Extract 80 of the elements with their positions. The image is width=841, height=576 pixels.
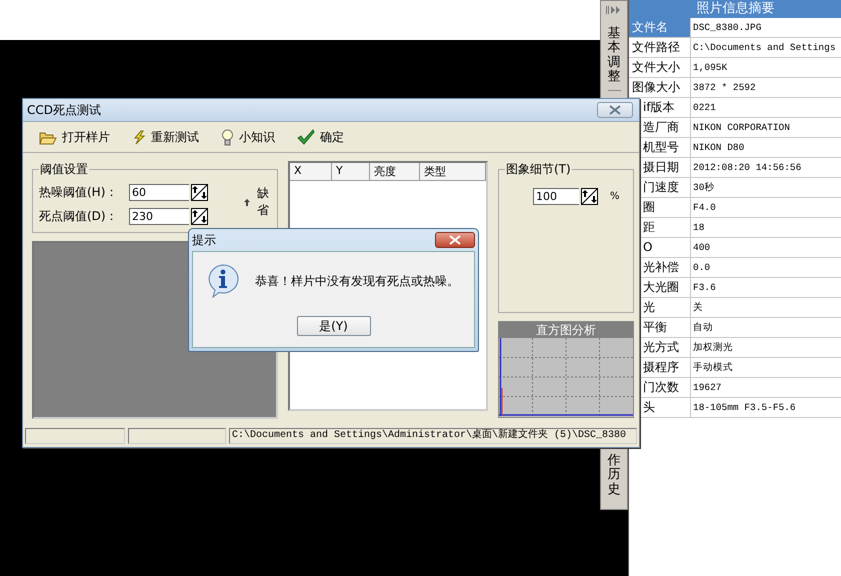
info-label[interactable]: 图像大小 [629,78,690,97]
spin-icon[interactable] [581,188,598,205]
info-value: 0.0 [692,261,712,275]
number-field[interactable]: 60 [129,184,189,200]
info-value: 2012:08:20 14:56:56 [692,161,802,175]
info-value: 0221 [692,101,717,115]
info-value: NIKON D80 [692,141,746,155]
info-value: 30秒 [692,181,716,195]
info-value: 关 [692,301,704,315]
number-field[interactable]: 100 [533,188,579,205]
number-field[interactable]: 230 [129,208,189,224]
info-label[interactable]: 光补偿 [642,258,690,277]
field-label: 热噪阈值(H)： [39,184,118,200]
close-button[interactable] [597,102,633,118]
info-label[interactable]: 门次数 [642,378,690,397]
group-title: 阈值设置 [39,161,89,178]
column-header[interactable]: Y [332,163,370,180]
info-icon [207,264,239,298]
info-label[interactable]: if版本 [642,98,690,117]
info-label[interactable]: 光方式 [642,338,690,357]
up-arrow-icon [244,196,250,208]
unit-label: % [610,191,620,202]
info-label[interactable]: O [642,238,690,257]
info-value: F4.0 [692,201,717,215]
toolbar-button[interactable]: 小知识 [221,128,275,146]
info-label[interactable]: 圈 [642,198,690,217]
default-button[interactable]: 缺省 [244,185,271,219]
info-label[interactable]: 摄程序 [642,358,690,377]
info-value: 18-105mm F3.5-F5.6 [692,401,797,415]
close-icon [609,105,621,115]
column-header[interactable]: 类型 [420,163,486,180]
checkmark-icon [297,129,315,145]
group-title: 图象细节(T) [505,161,572,178]
spin-icon[interactable] [191,208,208,224]
status-path: C:\Documents and Settings\Administrator\桌面\新建文件夹 (5)\DSC_8380 [229,428,637,444]
info-label[interactable]: 平衡 [642,318,690,337]
toolbar-button[interactable]: 重新测试 [132,128,199,146]
column-header[interactable]: 亮度 [370,163,420,180]
close-button[interactable] [435,232,475,248]
info-value: 加权测光 [692,341,734,355]
info-value: DSC_8380.JPG [692,21,762,35]
field-label: 死点阈值(D)： [39,208,119,224]
spin-icon[interactable] [191,184,208,200]
info-label[interactable]: 造厂商 [642,118,690,137]
info-label[interactable]: 机型号 [642,138,690,157]
lightbulb-icon [221,128,234,146]
info-label[interactable]: 文件名 [629,18,690,37]
double-arrow-icon[interactable] [605,5,623,15]
info-label[interactable]: 光 [642,298,690,317]
side-tab[interactable]: 作历史 [608,454,620,497]
side-tab[interactable]: 基本调整 [608,27,620,92]
info-label[interactable]: 门速度 [642,178,690,197]
window-title: CCD死点测试 [27,102,101,118]
info-value: NIKON CORPORATION [692,121,791,135]
info-value: 1,095K [692,61,728,75]
folder-icon [39,130,57,144]
info-value: 19627 [692,381,723,395]
info-label[interactable]: 摄日期 [642,158,690,177]
panel-title: 照片信息摘要 [629,0,841,18]
info-value: F3.6 [692,281,717,295]
toolbar-button[interactable]: 打开样片 [39,128,110,146]
close-icon [449,235,461,245]
dialog-message: 恭喜！样片中没有发现有死点或热噪。 [255,272,459,290]
info-label[interactable]: 文件路径 [629,38,690,57]
lightning-icon [132,130,146,144]
info-label[interactable]: 文件大小 [629,58,690,77]
column-header[interactable]: X [290,163,332,180]
info-value: 手动模式 [692,361,734,375]
info-value: 400 [692,241,712,255]
info-label[interactable]: 距 [642,218,690,237]
info-value: C:\Documents and Settings [692,41,837,55]
info-label[interactable]: 大光圈 [642,278,690,297]
yes-button[interactable]: 是(Y) [296,316,370,336]
info-value: 自动 [692,321,714,335]
toolbar-button[interactable]: 确定 [297,128,344,146]
panel-title: 直方图分析 [499,322,633,338]
info-label[interactable]: 头 [642,398,690,417]
info-value: 3872 * 2592 [692,81,757,95]
info-value: 18 [692,221,706,235]
dialog-title: 提示 [192,232,216,248]
